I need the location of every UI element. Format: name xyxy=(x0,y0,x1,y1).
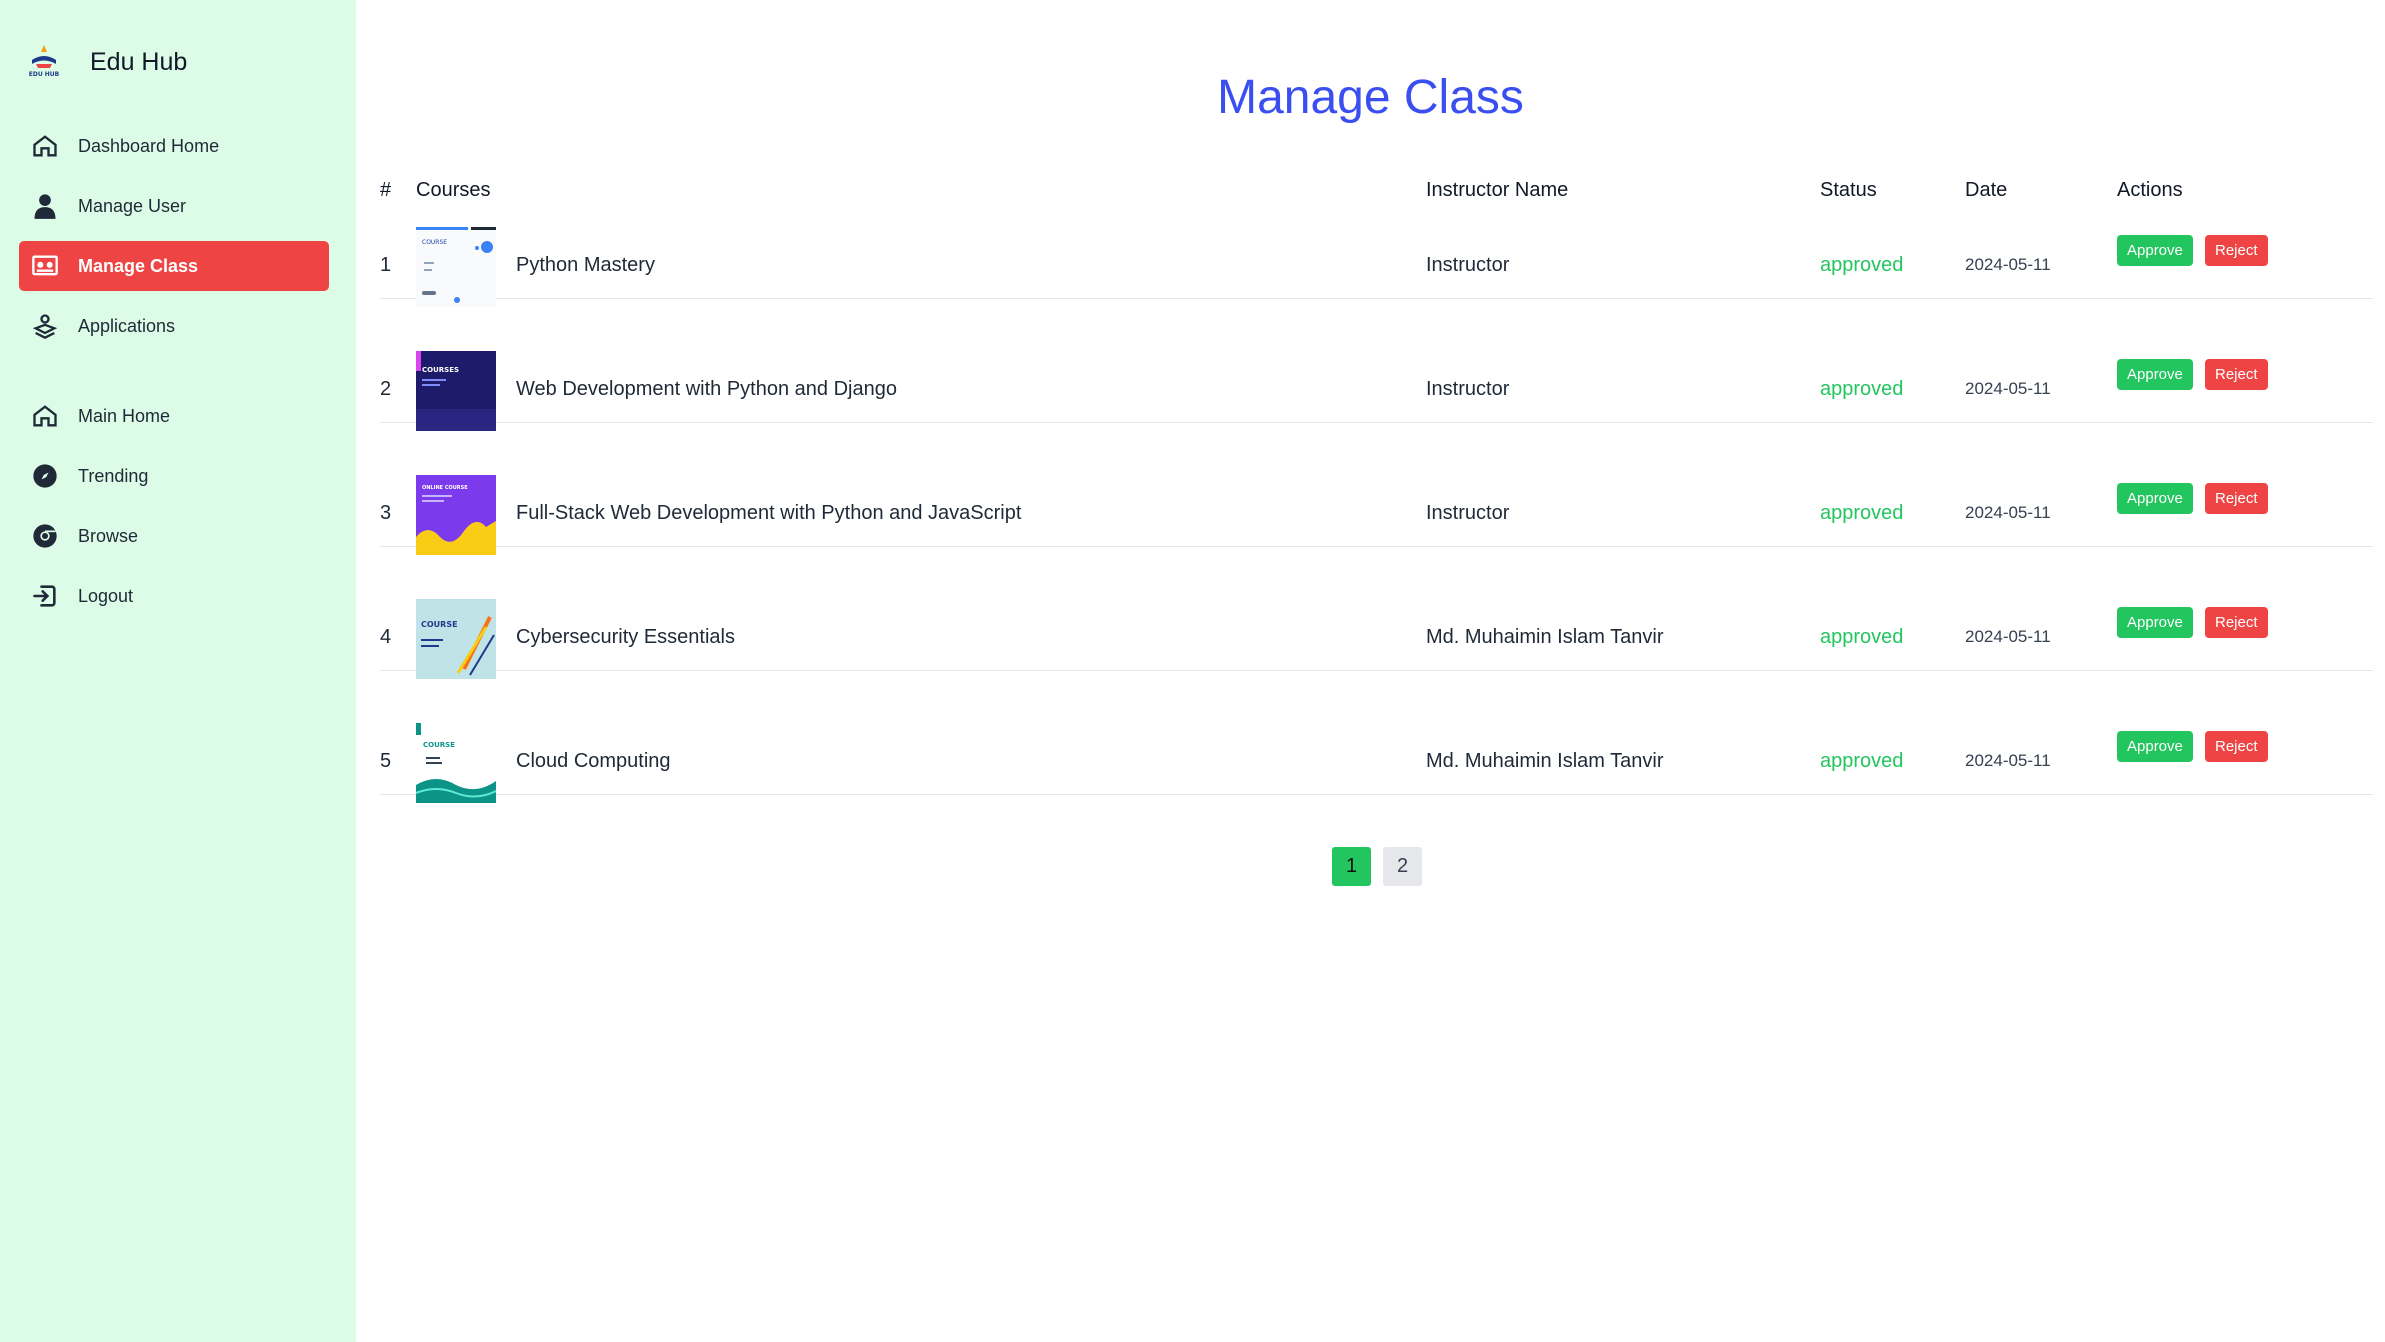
sidebar-item-manage-class[interactable]: Manage Class xyxy=(19,241,329,291)
pagination: 1 2 xyxy=(1332,847,1422,886)
status-text: approved xyxy=(1820,502,1904,524)
row-number: 3 xyxy=(380,502,392,524)
brand[interactable]: EDU HUB Edu Hub xyxy=(22,40,187,84)
date-text: 2024-05-11 xyxy=(1965,503,2051,522)
class-board-icon xyxy=(30,251,60,281)
course-name: Web Development with Python and Django xyxy=(516,378,897,400)
course-thumbnail[interactable]: COURSE xyxy=(416,723,496,803)
table-row: 1 COURSE Python Mastery Instructor appro… xyxy=(380,175,2373,307)
date-text: 2024-05-11 xyxy=(1965,255,2051,274)
course-name: Cybersecurity Essentials xyxy=(516,626,735,648)
sidebar-item-label: Applications xyxy=(78,315,176,336)
instructor-name: Instructor xyxy=(1426,254,1510,276)
home-icon xyxy=(30,401,60,431)
course-thumbnail[interactable]: COURSE xyxy=(416,599,496,679)
course-thumbnail[interactable]: ONLINE COURSE xyxy=(416,475,496,555)
date-text: 2024-05-11 xyxy=(1965,379,2051,398)
sidebar-item-label: Logout xyxy=(78,585,134,606)
row-number: 1 xyxy=(380,254,392,276)
sidebar-item-browse[interactable]: Browse xyxy=(19,511,329,561)
sidebar-item-label: Manage User xyxy=(78,195,187,216)
date-text: 2024-05-11 xyxy=(1965,627,2051,646)
status-text: approved xyxy=(1820,378,1904,400)
sidebar-item-label: Dashboard Home xyxy=(78,135,220,156)
table-row: 2 COURSES Web Development with Python an… xyxy=(380,299,2373,431)
course-name: Cloud Computing xyxy=(516,750,671,772)
svg-text:COURSE: COURSE xyxy=(422,239,447,246)
reject-button[interactable]: Reject xyxy=(2205,235,2268,266)
sidebar-item-main-home[interactable]: Main Home xyxy=(19,391,329,441)
instructor-name: Instructor xyxy=(1426,502,1510,524)
reject-button[interactable]: Reject xyxy=(2205,731,2268,762)
sidebar-item-manage-user[interactable]: Manage User xyxy=(19,181,329,231)
course-name: Full-Stack Web Development with Python a… xyxy=(516,502,1022,524)
svg-text:COURSE: COURSE xyxy=(423,741,455,749)
applications-icon xyxy=(30,311,60,341)
dashboard-nav: Dashboard Home Manage User Manage Class … xyxy=(19,121,329,351)
row-number: 5 xyxy=(380,750,392,772)
sidebar-item-trending[interactable]: Trending xyxy=(19,451,329,501)
table-row: 5 COURSE Cloud Computing Md. Muhaimin Is… xyxy=(380,671,2373,803)
table-row: 3 ONLINE COURSE Full-Stack Web Developme… xyxy=(380,423,2373,555)
row-number: 4 xyxy=(380,626,392,648)
page-title: Manage Class xyxy=(1217,71,1524,124)
svg-text:COURSE: COURSE xyxy=(421,620,458,629)
approve-button[interactable]: Approve xyxy=(2117,235,2193,266)
browse-icon xyxy=(30,521,60,551)
compass-icon xyxy=(30,461,60,491)
home-icon xyxy=(30,131,60,161)
sidebar: EDU HUB Edu Hub Dashboard Home Manage Us… xyxy=(0,0,356,1342)
user-icon xyxy=(30,191,60,221)
sidebar-item-label: Trending xyxy=(78,465,149,486)
approve-button[interactable]: Approve xyxy=(2117,483,2193,514)
reject-button[interactable]: Reject xyxy=(2205,483,2268,514)
class-table: # Courses Instructor Name Status Date Ac… xyxy=(380,175,2373,803)
sidebar-item-dashboard-home[interactable]: Dashboard Home xyxy=(19,121,329,171)
sidebar-item-label: Browse xyxy=(78,525,139,546)
instructor-name: Md. Muhaimin Islam Tanvir xyxy=(1426,626,1664,648)
app-name: Edu Hub xyxy=(90,47,188,76)
status-text: approved xyxy=(1820,750,1904,772)
course-thumbnail[interactable]: COURSES xyxy=(416,351,496,431)
page-button-2[interactable]: 2 xyxy=(1383,847,1422,886)
status-text: approved xyxy=(1820,626,1904,648)
main-content: Manage Class # Courses Instructor Name S… xyxy=(356,0,2385,1342)
edu-hub-logo: EDU HUB xyxy=(22,40,66,84)
svg-text:COURSES: COURSES xyxy=(422,366,459,374)
sidebar-item-label: Manage Class xyxy=(78,255,199,276)
site-nav: Main Home Trending Browse Logout xyxy=(19,391,329,621)
date-text: 2024-05-11 xyxy=(1965,751,2051,770)
sidebar-item-logout[interactable]: Logout xyxy=(19,571,329,621)
row-number: 2 xyxy=(380,378,392,400)
reject-button[interactable]: Reject xyxy=(2205,359,2268,390)
svg-text:EDU HUB: EDU HUB xyxy=(29,71,60,78)
course-thumbnail[interactable]: COURSE xyxy=(416,227,496,307)
logout-icon xyxy=(30,581,60,611)
approve-button[interactable]: Approve xyxy=(2117,359,2193,390)
approve-button[interactable]: Approve xyxy=(2117,731,2193,762)
instructor-name: Instructor xyxy=(1426,378,1510,400)
status-text: approved xyxy=(1820,254,1904,276)
instructor-name: Md. Muhaimin Islam Tanvir xyxy=(1426,750,1664,772)
reject-button[interactable]: Reject xyxy=(2205,607,2268,638)
approve-button[interactable]: Approve xyxy=(2117,607,2193,638)
svg-text:ONLINE COURSE: ONLINE COURSE xyxy=(422,485,468,491)
table-row: 4 COURSE Cybersecurity Essentials Md. Mu… xyxy=(380,547,2373,679)
sidebar-item-applications[interactable]: Applications xyxy=(19,301,329,351)
sidebar-item-label: Main Home xyxy=(78,405,171,426)
course-name: Python Mastery xyxy=(516,254,655,276)
page-button-1[interactable]: 1 xyxy=(1332,847,1371,886)
